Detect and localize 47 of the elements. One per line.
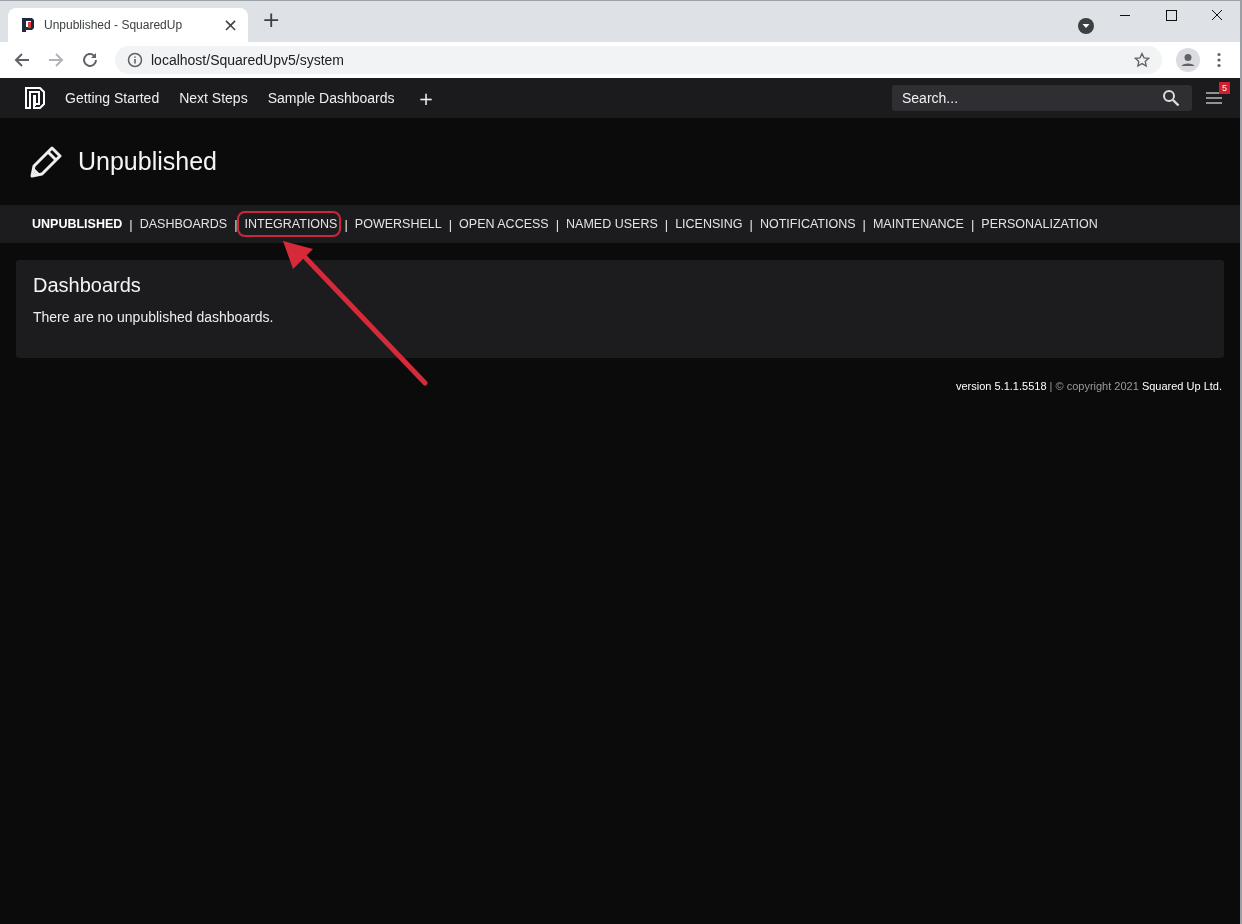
section-tab[interactable]: INTEGRATIONS: [244, 217, 338, 231]
notification-badge: 5: [1219, 82, 1230, 94]
pencil-icon: [30, 145, 62, 178]
separator: |: [344, 216, 348, 232]
empty-message: There are no unpublished dashboards.: [33, 309, 275, 325]
section-tab[interactable]: LICENSING: [675, 217, 743, 231]
card-title: Dashboards: [33, 274, 142, 297]
new-tab-button[interactable]: +: [258, 7, 285, 32]
section-tab[interactable]: POWERSHELL: [354, 217, 442, 231]
nav-link[interactable]: Getting Started: [65, 90, 160, 106]
nav-link[interactable]: Next Steps: [179, 90, 248, 106]
section-tab[interactable]: MAINTENANCE: [872, 217, 964, 231]
section-tab[interactable]: PERSONALIZATION: [981, 217, 1098, 231]
close-tab-button[interactable]: ×: [220, 16, 240, 34]
more-icon[interactable]: [1214, 51, 1224, 69]
logo-icon[interactable]: [25, 87, 45, 109]
back-icon[interactable]: [13, 51, 31, 69]
separator: |: [970, 216, 975, 232]
page-title: Unpublished: [78, 147, 217, 176]
section-tab[interactable]: UNPUBLISHED: [32, 217, 123, 231]
search-icon[interactable]: [1162, 89, 1180, 107]
reload-icon[interactable]: [81, 51, 99, 69]
separator: |: [129, 216, 133, 232]
separator: |: [555, 216, 560, 232]
section-tab[interactable]: NAMED USERS: [566, 217, 658, 231]
separator: |: [234, 216, 238, 232]
section-tab[interactable]: OPEN ACCESS: [459, 217, 549, 231]
version-footer: version 5.1.1.5518 | © copyright 2021 Squared Up Ltd.: [956, 380, 1222, 392]
section-tab[interactable]: NOTIFICATIONS: [759, 217, 856, 231]
address-bar[interactable]: localhost/SquaredUpv5/system: [115, 46, 1162, 74]
dropdown-icon[interactable]: [1078, 17, 1094, 34]
nav-link[interactable]: Sample Dashboards: [267, 90, 395, 106]
tab-title: Unpublished - SquaredUp: [44, 18, 184, 32]
separator: |: [749, 216, 753, 232]
search-field[interactable]: Search...: [892, 85, 1192, 111]
separator: |: [448, 216, 453, 232]
separator: |: [862, 216, 866, 232]
menu-icon[interactable]: [1206, 91, 1222, 105]
info-icon: [127, 52, 143, 68]
url-text: localhost/SquaredUpv5/system: [151, 52, 345, 68]
separator: |: [664, 216, 669, 232]
browser-tab[interactable]: Unpublished - SquaredUp ×: [8, 8, 248, 42]
profile-icon[interactable]: [1176, 48, 1200, 72]
section-tab[interactable]: DASHBOARDS: [139, 217, 228, 231]
add-dashboard-button[interactable]: +: [414, 87, 438, 109]
logo-icon: [20, 17, 36, 33]
star-icon[interactable]: [1134, 52, 1150, 68]
